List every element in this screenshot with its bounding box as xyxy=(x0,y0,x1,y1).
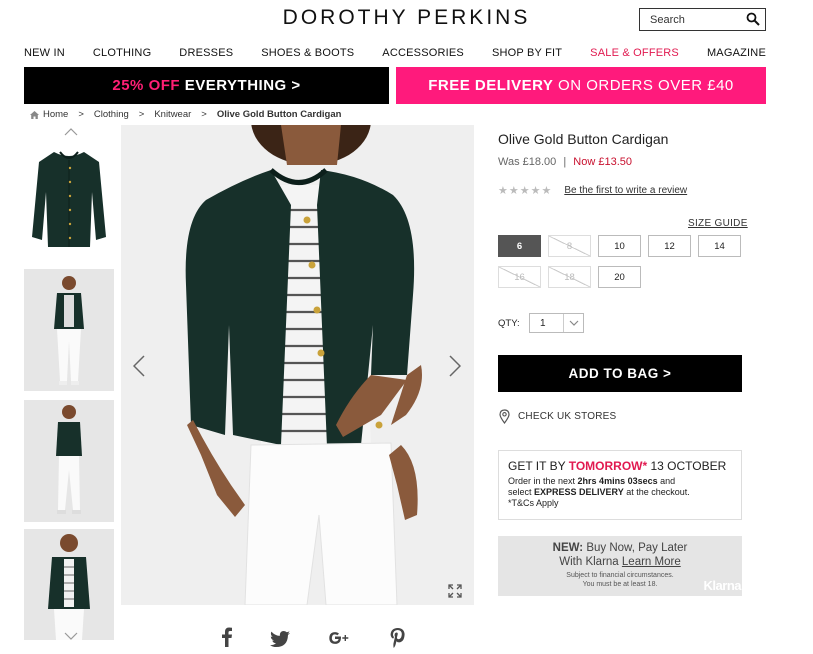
nav-dresses[interactable]: DRESSES xyxy=(179,47,233,59)
search-input[interactable]: Search xyxy=(650,14,685,26)
klarna-logo: Klarna xyxy=(703,578,742,593)
breadcrumb-home-label: Home xyxy=(43,109,69,120)
breadcrumb-clothing[interactable]: Clothing xyxy=(94,109,129,120)
delivery-tcs-link[interactable]: *T&Cs Apply xyxy=(508,498,732,509)
size-option-12[interactable]: 12 xyxy=(648,235,691,257)
main-nav: NEW IN CLOTHING DRESSES SHOES & BOOTS AC… xyxy=(24,47,766,59)
twitter-icon[interactable] xyxy=(270,631,290,647)
promo-delivery-highlight: FREE DELIVERY xyxy=(428,77,554,94)
nav-shoes-boots[interactable]: SHOES & BOOTS xyxy=(261,47,354,59)
size-option-8[interactable]: 8 xyxy=(548,235,591,257)
delivery-countdown: Order in the next 2hrs 4mins 03secs and xyxy=(508,476,732,487)
facebook-icon[interactable] xyxy=(222,627,232,647)
delivery-text: and xyxy=(657,476,676,486)
klarna-subline: With Klarna Learn More xyxy=(498,556,742,568)
thumbnail-cardigan-flat[interactable] xyxy=(24,142,114,257)
delivery-date: 13 OCTOBER xyxy=(647,459,727,473)
price-was: Was £18.00 xyxy=(498,156,557,168)
klarna-banner[interactable]: NEW: Buy Now, Pay Later With Klarna Lear… xyxy=(498,536,742,596)
expand-image-icon[interactable] xyxy=(448,584,462,598)
thumbnail-model-side[interactable] xyxy=(24,400,114,522)
thumbnail-model-front[interactable] xyxy=(24,269,114,391)
breadcrumb-current: Olive Gold Button Cardigan xyxy=(216,109,342,120)
delivery-get-it: GET IT BY xyxy=(508,459,569,473)
klarna-headline: NEW: Buy Now, Pay Later xyxy=(498,542,742,554)
write-review-link[interactable]: Be the first to write a review xyxy=(564,185,687,196)
klarna-line1: Buy Now, Pay Later xyxy=(583,542,688,554)
delivery-text: Order in the next xyxy=(508,476,578,486)
nav-sale-offers[interactable]: SALE & OFFERS xyxy=(590,47,679,59)
promo-banner-discount[interactable]: 25% OFF EVERYTHING > xyxy=(24,67,389,104)
google-plus-icon[interactable] xyxy=(328,629,350,647)
nav-shop-by-fit[interactable]: SHOP BY FIT xyxy=(492,47,562,59)
klarna-line2: With Klarna xyxy=(559,556,622,568)
product-price: Was £18.00 | Now £13.50 xyxy=(498,156,632,168)
rating-row: ★★★★★ Be the first to write a review xyxy=(498,184,687,197)
promo-discount-text: EVERYTHING > xyxy=(180,77,301,94)
check-stores-label: CHECK UK STORES xyxy=(518,411,617,422)
klarna-learn-more-link[interactable]: Learn More xyxy=(622,556,681,568)
size-option-20[interactable]: 20 xyxy=(598,266,641,288)
qty-value: 1 xyxy=(540,317,546,329)
klarna-new: NEW: xyxy=(552,542,584,554)
product-main-image[interactable] xyxy=(121,125,474,605)
delivery-timer: 2hrs 4mins 03secs xyxy=(577,476,658,486)
thumbnail-model-detail[interactable] xyxy=(24,529,114,640)
breadcrumb-home[interactable]: Home xyxy=(30,109,68,120)
size-option-14[interactable]: 14 xyxy=(698,235,741,257)
delivery-express-label: EXPRESS DELIVERY xyxy=(534,487,624,497)
nav-magazine[interactable]: MAGAZINE xyxy=(707,47,766,59)
home-icon xyxy=(30,110,39,119)
size-guide-link[interactable]: SIZE GUIDE xyxy=(688,218,748,229)
add-to-bag-button[interactable]: ADD TO BAG > xyxy=(498,355,742,392)
search-box[interactable]: Search xyxy=(639,8,766,31)
breadcrumb-separator: > xyxy=(138,109,145,120)
promo-banner-delivery[interactable]: FREE DELIVERY ON ORDERS OVER £40 xyxy=(396,67,766,104)
location-pin-icon xyxy=(499,409,510,424)
promo-discount-highlight: 25% OFF xyxy=(112,77,181,94)
thumbs-scroll-down-icon[interactable] xyxy=(64,632,78,640)
promo-delivery-text: ON ORDERS OVER £40 xyxy=(553,77,734,94)
product-title: Olive Gold Button Cardigan xyxy=(498,131,669,147)
delivery-express: select EXPRESS DELIVERY at the checkout. xyxy=(508,487,732,498)
nav-accessories[interactable]: ACCESSORIES xyxy=(382,47,464,59)
gallery-next-icon[interactable] xyxy=(449,355,461,377)
size-option-6[interactable]: 6 xyxy=(498,235,541,257)
pinterest-icon[interactable] xyxy=(390,628,405,648)
rating-stars-icon: ★★★★★ xyxy=(498,185,553,197)
nav-new-in[interactable]: NEW IN xyxy=(24,47,65,59)
breadcrumb-separator: > xyxy=(201,109,207,120)
delivery-text: select xyxy=(508,487,535,497)
size-option-10[interactable]: 10 xyxy=(598,235,641,257)
price-now: Now £13.50 xyxy=(573,156,632,168)
qty-select[interactable]: 1 xyxy=(529,313,584,333)
search-icon[interactable] xyxy=(746,12,760,26)
breadcrumb-separator: > xyxy=(78,109,84,120)
check-stores-link[interactable]: CHECK UK STORES xyxy=(499,409,616,424)
delivery-text: at the checkout. xyxy=(623,487,690,497)
price-separator: | xyxy=(563,156,567,168)
size-option-16[interactable]: 16 xyxy=(498,266,541,288)
delivery-info-box: GET IT BY TOMORROW* 13 OCTOBER Order in … xyxy=(498,450,742,520)
size-option-18[interactable]: 18 xyxy=(548,266,591,288)
breadcrumb: Home > Clothing > Knitwear > Olive Gold … xyxy=(30,109,341,120)
delivery-headline: GET IT BY TOMORROW* 13 OCTOBER xyxy=(508,459,732,473)
nav-clothing[interactable]: CLOTHING xyxy=(93,47,151,59)
thumbs-scroll-up-icon[interactable] xyxy=(64,128,78,136)
gallery-prev-icon[interactable] xyxy=(133,355,145,377)
chevron-down-icon[interactable] xyxy=(563,314,583,332)
breadcrumb-knitwear[interactable]: Knitwear xyxy=(154,109,191,120)
qty-label: QTY: xyxy=(498,318,520,329)
delivery-tomorrow: TOMORROW* xyxy=(568,459,648,473)
